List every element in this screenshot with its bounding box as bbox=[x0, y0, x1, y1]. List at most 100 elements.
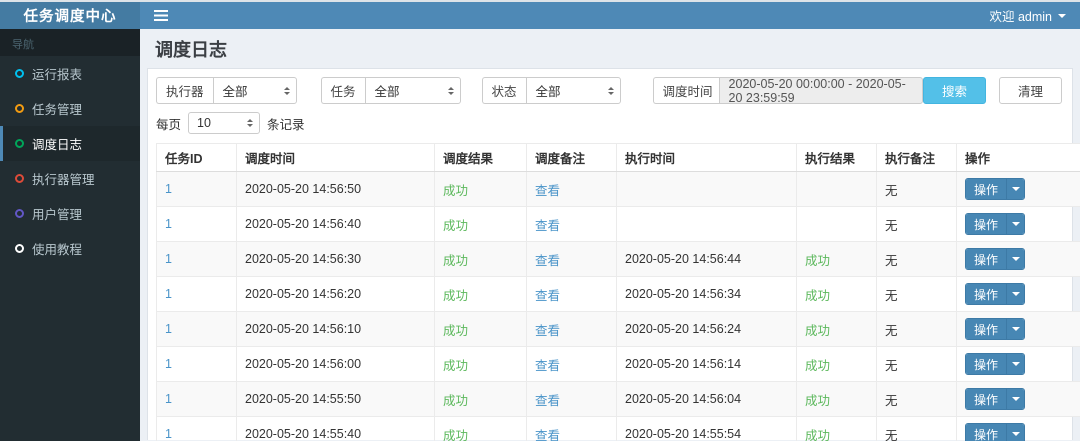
cell-handle-note: 无 bbox=[876, 206, 957, 242]
cell-handle-result bbox=[796, 171, 877, 207]
row-action-dropdown-button[interactable]: 操作 bbox=[965, 423, 1026, 441]
cell-handle-time: 2020-05-20 14:56:24 bbox=[616, 311, 797, 347]
cell-trigger-note: 查看 bbox=[526, 311, 617, 347]
action-button-label: 操作 bbox=[966, 179, 1007, 199]
job-select[interactable]: 全部 bbox=[364, 77, 461, 104]
chevron-down-icon bbox=[1006, 179, 1025, 199]
trigger-time-range-input[interactable]: 2020-05-20 00:00:00 - 2020-05-20 23:59:5… bbox=[718, 77, 923, 105]
cell-actions: 操作 bbox=[956, 206, 1080, 242]
column-header: 操作 bbox=[956, 143, 1080, 172]
status-label: 状态 bbox=[481, 77, 526, 104]
page-size-row: 每页 10 条记录 bbox=[156, 104, 1064, 143]
cell-trigger-result: 成功 bbox=[434, 311, 527, 347]
content-panel: 执行器 全部 任务 全部 状态 全部 调度时间 2020-05-20 00:00… bbox=[147, 68, 1080, 441]
sidebar-item-label: 任务管理 bbox=[32, 103, 83, 117]
cell-handle-time bbox=[616, 171, 797, 207]
job-id-link[interactable]: 1 bbox=[165, 322, 172, 336]
cell-trigger-time: 2020-05-20 14:56:10 bbox=[236, 311, 435, 347]
row-action-dropdown-button[interactable]: 操作 bbox=[965, 318, 1026, 340]
column-header: 调度时间 bbox=[236, 143, 435, 172]
job-id-link[interactable]: 1 bbox=[165, 392, 172, 406]
cell-trigger-time: 2020-05-20 14:56:30 bbox=[236, 241, 435, 277]
cell-handle-result: 成功 bbox=[796, 276, 877, 312]
sidebar-item-运行报表[interactable]: 运行报表 bbox=[0, 56, 140, 91]
view-note-link[interactable]: 查看 bbox=[535, 219, 560, 233]
sidebar-toggle-button[interactable] bbox=[140, 2, 182, 29]
job-id-link[interactable]: 1 bbox=[165, 217, 172, 231]
cell-handle-result: 成功 bbox=[796, 416, 877, 441]
filter-trigger-time: 调度时间 2020-05-20 00:00:00 - 2020-05-20 23… bbox=[652, 77, 923, 105]
job-id-link[interactable]: 1 bbox=[165, 357, 172, 371]
user-menu[interactable]: 欢迎 admin bbox=[975, 2, 1080, 29]
cell-job-id: 1 bbox=[156, 241, 237, 277]
row-action-dropdown-button[interactable]: 操作 bbox=[965, 178, 1026, 200]
select-arrows-icon bbox=[283, 84, 290, 98]
cell-trigger-result: 成功 bbox=[434, 276, 527, 312]
cell-actions: 操作 bbox=[956, 311, 1080, 347]
select-arrows-icon bbox=[247, 116, 254, 130]
job-id-link[interactable]: 1 bbox=[165, 427, 172, 441]
cell-actions: 操作 bbox=[956, 276, 1080, 312]
cell-trigger-note: 查看 bbox=[526, 346, 617, 382]
chevron-down-icon bbox=[1006, 424, 1025, 441]
view-note-link[interactable]: 查看 bbox=[535, 359, 560, 373]
cell-trigger-result: 成功 bbox=[434, 206, 527, 242]
cell-trigger-note: 查看 bbox=[526, 241, 617, 277]
chevron-down-icon bbox=[1006, 389, 1025, 409]
cell-handle-time: 2020-05-20 14:56:34 bbox=[616, 276, 797, 312]
view-note-link[interactable]: 查看 bbox=[535, 289, 560, 303]
cell-trigger-note: 查看 bbox=[526, 276, 617, 312]
sidebar-item-label: 使用教程 bbox=[32, 243, 83, 257]
sidebar-item-执行器管理[interactable]: 执行器管理 bbox=[0, 161, 140, 196]
circle-icon bbox=[15, 69, 24, 78]
filter-executor: 执行器 全部 bbox=[156, 77, 297, 104]
page-size-select[interactable]: 10 bbox=[188, 112, 261, 134]
executor-select-value: 全部 bbox=[222, 85, 248, 99]
executor-select[interactable]: 全部 bbox=[212, 77, 297, 104]
row-action-dropdown-button[interactable]: 操作 bbox=[965, 283, 1026, 305]
page-title: 调度日志 bbox=[155, 40, 227, 60]
sidebar-item-用户管理[interactable]: 用户管理 bbox=[0, 196, 140, 231]
sidebar: 导航 运行报表 任务管理 调度日志 执行器管理 用户管理 使用教程 bbox=[0, 29, 140, 441]
row-action-dropdown-button[interactable]: 操作 bbox=[965, 248, 1026, 270]
cell-handle-note: 无 bbox=[876, 311, 957, 347]
circle-icon bbox=[15, 139, 24, 148]
view-note-link[interactable]: 查看 bbox=[535, 184, 560, 198]
sidebar-item-任务管理[interactable]: 任务管理 bbox=[0, 91, 140, 126]
circle-icon bbox=[15, 104, 24, 113]
row-action-dropdown-button[interactable]: 操作 bbox=[965, 388, 1026, 410]
cell-handle-time: 2020-05-20 14:56:04 bbox=[616, 381, 797, 417]
column-header: 执行结果 bbox=[796, 143, 877, 172]
search-button[interactable]: 搜索 bbox=[923, 77, 986, 104]
chevron-down-icon bbox=[1058, 13, 1066, 22]
cell-job-id: 1 bbox=[156, 381, 237, 417]
cell-job-id: 1 bbox=[156, 276, 237, 312]
page-size-value: 10 bbox=[197, 116, 211, 130]
view-note-link[interactable]: 查看 bbox=[535, 394, 560, 408]
sidebar-item-使用教程[interactable]: 使用教程 bbox=[0, 231, 140, 266]
job-select-value: 全部 bbox=[374, 85, 400, 99]
row-action-dropdown-button[interactable]: 操作 bbox=[965, 353, 1026, 375]
cell-trigger-result: 成功 bbox=[434, 241, 527, 277]
log-table: 任务ID 调度时间 调度结果 调度备注 执行时间 执行结果 执行备注 操作 1 2020-05… bbox=[156, 143, 1080, 441]
view-note-link[interactable]: 查看 bbox=[535, 429, 560, 441]
status-select[interactable]: 全部 bbox=[525, 77, 621, 104]
action-button-label: 操作 bbox=[966, 249, 1007, 269]
cell-handle-note: 无 bbox=[876, 381, 957, 417]
circle-icon bbox=[15, 244, 24, 253]
clear-button[interactable]: 清理 bbox=[999, 77, 1062, 104]
job-id-link[interactable]: 1 bbox=[165, 252, 172, 266]
view-note-link[interactable]: 查看 bbox=[535, 324, 560, 338]
job-id-link[interactable]: 1 bbox=[165, 287, 172, 301]
row-action-dropdown-button[interactable]: 操作 bbox=[965, 213, 1026, 235]
circle-icon bbox=[15, 174, 24, 183]
cell-trigger-result: 成功 bbox=[434, 381, 527, 417]
trigger-time-label: 调度时间 bbox=[652, 77, 719, 104]
welcome-text: 欢迎 admin bbox=[989, 10, 1052, 24]
sidebar-item-调度日志[interactable]: 调度日志 bbox=[0, 126, 140, 161]
cell-handle-time: 2020-05-20 14:55:54 bbox=[616, 416, 797, 441]
app-logo[interactable]: 任务调度中心 bbox=[0, 2, 140, 29]
view-note-link[interactable]: 查看 bbox=[535, 254, 560, 268]
job-id-link[interactable]: 1 bbox=[165, 182, 172, 196]
cell-handle-result: 成功 bbox=[796, 381, 877, 417]
